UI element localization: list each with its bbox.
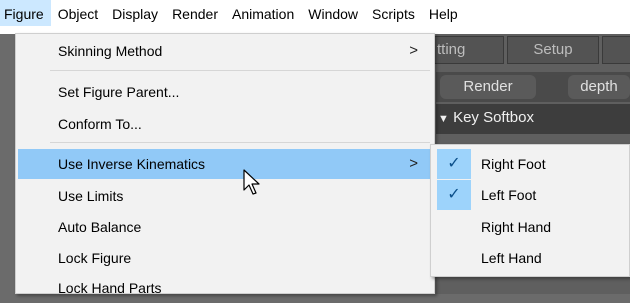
submenu-item-right-hand[interactable]: Right Hand (435, 212, 630, 242)
menu-object[interactable]: Object (51, 0, 105, 26)
menu-window[interactable]: Window (301, 0, 365, 26)
chevron-right-icon: > (409, 155, 418, 172)
separator (50, 70, 430, 71)
figure-menu-dropdown: Skinning Method > Set Figure Parent... C… (15, 33, 435, 296)
checkmark-icon: ✓ (437, 180, 471, 210)
submenu-item-label: Left Hand (481, 250, 542, 266)
menu-item-label: Use Inverse Kinematics (58, 156, 206, 172)
menu-scripts[interactable]: Scripts (365, 0, 422, 26)
tab-partial[interactable]: tting (428, 36, 504, 64)
menu-item-use-limits[interactable]: Use Limits (18, 181, 432, 211)
submenu-item-label: Right Foot (481, 156, 546, 172)
menu-render[interactable]: Render (165, 0, 225, 26)
submenu-item-label: Left Foot (481, 187, 537, 203)
menu-bar: Figure Object Display Render Animation W… (0, 0, 630, 34)
submenu-item-label: Right Hand (481, 219, 552, 235)
menu-item-lock-figure[interactable]: Lock Figure (18, 243, 432, 273)
menu-item-conform-to[interactable]: Conform To... (18, 109, 432, 139)
render-button[interactable]: Render (440, 75, 536, 99)
submenu-item-right-foot[interactable]: ✓ Right Foot (435, 149, 630, 179)
menu-item-label: Use Limits (58, 188, 124, 204)
inverse-kinematics-submenu: ✓ Right Foot ✓ Left Foot Right Hand Left… (430, 144, 630, 277)
tab-setup[interactable]: Setup (507, 36, 599, 64)
triangle-down-icon: ▼ (438, 113, 449, 125)
tab-extra[interactable] (602, 36, 630, 64)
submenu-item-left-foot[interactable]: ✓ Left Foot (435, 180, 630, 210)
mouse-pointer-icon (243, 169, 260, 195)
menu-item-label: Skinning Method (58, 43, 163, 59)
menu-item-label: Conform To... (58, 116, 142, 132)
menu-help[interactable]: Help (422, 0, 465, 26)
menu-item-label: Set Figure Parent... (58, 84, 180, 100)
depth-button[interactable]: depth (568, 75, 630, 99)
menu-item-label: Lock Figure (58, 250, 132, 266)
menu-item-set-figure-parent[interactable]: Set Figure Parent... (18, 77, 432, 107)
chevron-right-icon: > (409, 42, 418, 59)
key-softbox-row[interactable]: ▼ Key Softbox (436, 104, 630, 134)
menu-item-skinning-method[interactable]: Skinning Method > (18, 36, 432, 66)
menu-item-use-inverse-kinematics[interactable]: Use Inverse Kinematics > (18, 149, 432, 179)
menu-figure[interactable]: Figure (0, 0, 51, 26)
separator (50, 142, 430, 143)
menu-animation[interactable]: Animation (225, 0, 301, 26)
menu-item-label: Auto Balance (58, 219, 142, 235)
menu-item-lock-hand-parts[interactable]: Lock Hand Parts (18, 273, 432, 303)
submenu-item-left-hand[interactable]: Left Hand (435, 243, 630, 273)
key-softbox-label: Key Softbox (453, 109, 534, 126)
menu-display[interactable]: Display (105, 0, 165, 26)
menu-item-auto-balance[interactable]: Auto Balance (18, 212, 432, 242)
checkmark-icon: ✓ (437, 149, 471, 179)
